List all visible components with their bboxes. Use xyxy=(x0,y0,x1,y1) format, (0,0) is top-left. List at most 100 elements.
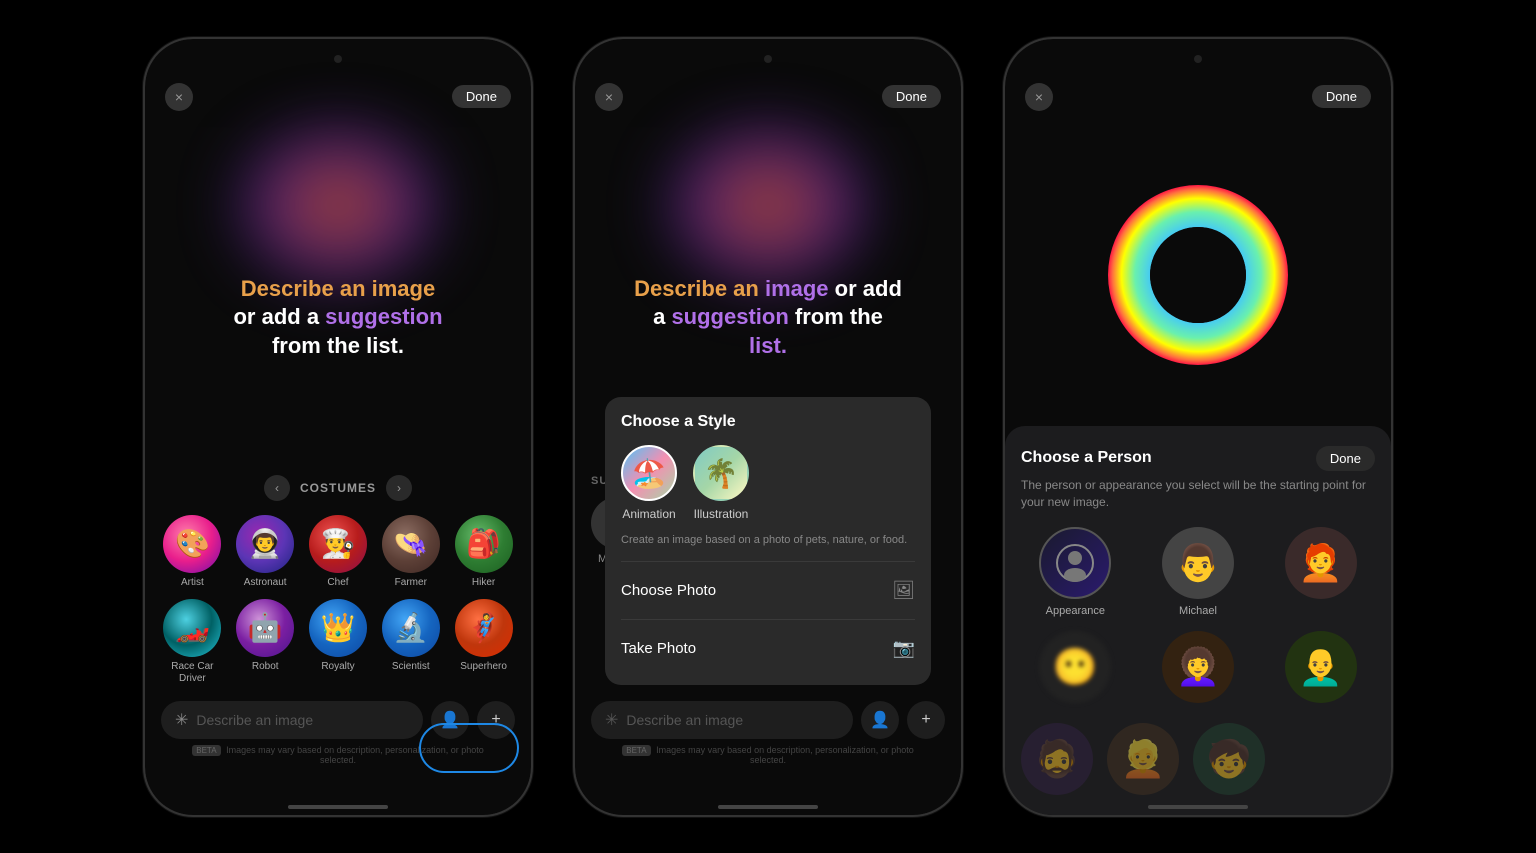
person-4[interactable]: 😶 xyxy=(1021,631,1130,709)
person-grid: Appearance 👨 Michael 🧑‍🦰 😶 xyxy=(1021,527,1375,709)
costume-chef[interactable]: 👨‍🍳 Chef xyxy=(307,515,370,589)
camera-dot-1 xyxy=(334,55,342,63)
glow-area-2: Describe an image or add a suggestion fr… xyxy=(575,115,961,815)
close-button-3[interactable]: × xyxy=(1025,83,1053,111)
person-appearance[interactable]: Appearance xyxy=(1021,527,1130,617)
costume-avatar-racecar: 🏎️ xyxy=(163,599,221,657)
done-button-2[interactable]: Done xyxy=(882,85,941,108)
top-bar-2: × Done xyxy=(575,79,961,115)
costume-avatar-hiker: 🎒 xyxy=(455,515,513,573)
section-title: COSTUMES xyxy=(300,481,376,495)
costume-label-chef: Chef xyxy=(327,577,348,589)
costume-artist[interactable]: 🎨 Artist xyxy=(161,515,224,589)
person-grid-partial: 🧔 👱 🧒 xyxy=(1021,723,1375,795)
person-9[interactable]: 🧒 xyxy=(1193,723,1265,795)
style-animation[interactable]: 🏖️ Animation xyxy=(621,445,677,521)
close-button-2[interactable]: × xyxy=(595,83,623,111)
panel-subtitle: The person or appearance you select will… xyxy=(1021,477,1375,511)
circle-highlight xyxy=(419,723,519,773)
choose-photo-action[interactable]: Choose Photo 🖼 xyxy=(621,570,915,611)
costume-label-royalty: Royalty xyxy=(321,661,354,673)
take-photo-action[interactable]: Take Photo 📷 xyxy=(621,628,915,669)
done-button-1[interactable]: Done xyxy=(452,85,511,108)
home-indicator-1 xyxy=(288,805,388,809)
costume-farmer[interactable]: 👒 Farmer xyxy=(379,515,442,589)
phone-2: × Done Describe an image or add a sugges… xyxy=(573,37,963,817)
person-label-appearance: Appearance xyxy=(1046,605,1105,617)
costume-grid-row1: 🎨 Artist 👨‍🚀 Astronaut 👨‍🍳 Chef 👒 Farmer xyxy=(145,515,531,589)
costume-avatar-astronaut: 👨‍🚀 xyxy=(236,515,294,573)
camera-dot-3 xyxy=(1194,55,1202,63)
input-row-2: ✳ Describe an image 👤 + xyxy=(591,701,945,739)
panel-done-button[interactable]: Done xyxy=(1316,446,1375,471)
person-8[interactable]: 👱 xyxy=(1107,723,1179,795)
panel-header: Choose a Person Done xyxy=(1021,446,1375,471)
top-bar-1: × Done xyxy=(145,79,531,115)
person-5[interactable]: 👩‍🦱 xyxy=(1144,631,1253,709)
costume-label-racecar: Race CarDriver xyxy=(171,661,213,685)
notch-1 xyxy=(145,39,531,79)
describe-input-1[interactable]: ✳ Describe an image xyxy=(161,701,423,739)
input-placeholder-2: Describe an image xyxy=(626,712,743,728)
person-michael[interactable]: 👨 Michael xyxy=(1144,527,1253,617)
person-avatar-3: 🧑‍🦰 xyxy=(1285,527,1357,599)
camera-dot-2 xyxy=(764,55,772,63)
costume-avatar-royalty: 👑 xyxy=(309,599,367,657)
costume-royalty[interactable]: 👑 Royalty xyxy=(307,599,370,685)
top-bar-3: × Done xyxy=(1005,79,1391,115)
costume-astronaut[interactable]: 👨‍🚀 Astronaut xyxy=(234,515,297,589)
take-photo-icon: 📷 xyxy=(893,638,915,659)
costume-avatar-scientist: 🔬 xyxy=(382,599,440,657)
beta-text-2: BETA Images may vary based on descriptio… xyxy=(591,745,945,765)
input-icon-2: ✳ xyxy=(605,710,618,730)
describe-input-2[interactable]: ✳ Describe an image xyxy=(591,701,853,739)
person-6[interactable]: 👨‍🦲 xyxy=(1266,631,1375,709)
person-avatar-7: 🧔 xyxy=(1021,723,1093,795)
next-btn[interactable]: › xyxy=(386,475,412,501)
style-icon-illustration: 🌴 xyxy=(693,445,749,501)
costumes-section: ‹ COSTUMES › 🎨 Artist 👨‍🚀 Astronaut 👨‍🍳 xyxy=(145,475,531,685)
style-dropdown: Choose a Style 🏖️ Animation 🌴 Illustrati… xyxy=(605,397,931,684)
input-placeholder-1: Describe an image xyxy=(196,712,313,728)
panel-title: Choose a Person xyxy=(1021,449,1152,467)
person-3[interactable]: 🧑‍🦰 xyxy=(1266,527,1375,617)
take-photo-label: Take Photo xyxy=(621,640,696,657)
costume-label-superhero: Superhero xyxy=(460,661,507,673)
person-avatar-appearance xyxy=(1039,527,1111,599)
glow-blob-1 xyxy=(238,125,438,285)
home-indicator-3 xyxy=(1148,805,1248,809)
person-avatar-6: 👨‍🦲 xyxy=(1285,631,1357,703)
person-button-2[interactable]: 👤 xyxy=(861,701,899,739)
style-name-animation: Animation xyxy=(622,507,675,521)
done-button-3[interactable]: Done xyxy=(1312,85,1371,108)
style-name-illustration: Illustration xyxy=(694,507,749,521)
choose-photo-label: Choose Photo xyxy=(621,582,716,599)
rainbow-donut xyxy=(1098,175,1298,380)
costume-grid-row2: 🏎️ Race CarDriver 🤖 Robot 👑 Royalty 🔬 Sc… xyxy=(145,599,531,685)
costume-avatar-farmer: 👒 xyxy=(382,515,440,573)
glow-area-1: Describe an image or add a suggestion fr… xyxy=(145,115,531,815)
person-avatar-9: 🧒 xyxy=(1193,723,1265,795)
add-button-2[interactable]: + xyxy=(907,701,945,739)
glow-area-3: Choose a Person Done The person or appea… xyxy=(1005,115,1391,815)
divider-1 xyxy=(621,561,915,562)
costume-label-scientist: Scientist xyxy=(392,661,430,673)
main-prompt-2: Describe an image or add a suggestion fr… xyxy=(595,275,941,361)
costume-scientist[interactable]: 🔬 Scientist xyxy=(379,599,442,685)
costume-robot[interactable]: 🤖 Robot xyxy=(234,599,297,685)
costume-avatar-chef: 👨‍🍳 xyxy=(309,515,367,573)
prev-btn[interactable]: ‹ xyxy=(264,475,290,501)
costume-racecar[interactable]: 🏎️ Race CarDriver xyxy=(161,599,224,685)
costume-hiker[interactable]: 🎒 Hiker xyxy=(452,515,515,589)
costume-superhero[interactable]: 🦸 Superhero xyxy=(452,599,515,685)
costume-avatar-artist: 🎨 xyxy=(163,515,221,573)
style-illustration[interactable]: 🌴 Illustration xyxy=(693,445,749,521)
notch-3 xyxy=(1005,39,1391,79)
person-7[interactable]: 🧔 xyxy=(1021,723,1093,795)
close-button-1[interactable]: × xyxy=(165,83,193,111)
costume-label-hiker: Hiker xyxy=(472,577,495,589)
style-icon-animation: 🏖️ xyxy=(621,445,677,501)
costume-label-artist: Artist xyxy=(181,577,204,589)
section-header: ‹ COSTUMES › xyxy=(145,475,531,501)
glow-blob-2 xyxy=(668,125,868,285)
